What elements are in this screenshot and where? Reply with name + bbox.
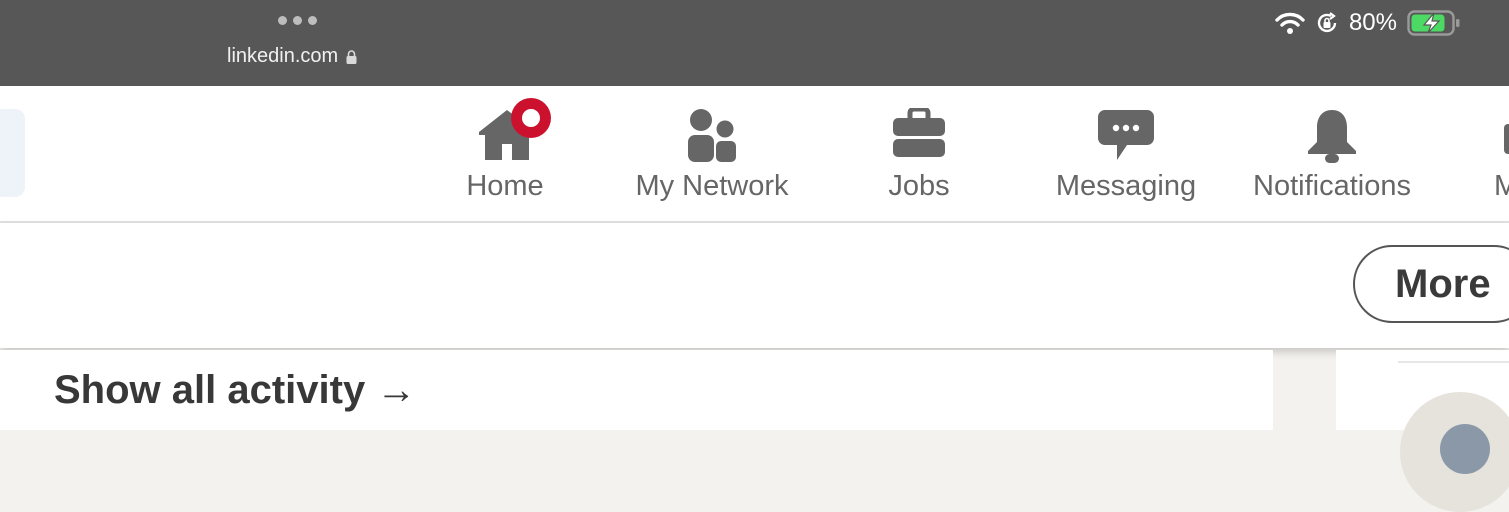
battery-percentage: 80%: [1348, 9, 1397, 36]
network-icon: [688, 109, 736, 162]
nav-my-network-label: My Network: [635, 170, 789, 202]
more-dots-icon[interactable]: [278, 16, 317, 25]
nav-messaging-label: Messaging: [1055, 170, 1197, 202]
nav-jobs-label: Jobs: [888, 170, 950, 202]
message-icon: [1098, 110, 1154, 160]
nav-home[interactable]: Home: [450, 86, 560, 221]
notification-badge: [511, 98, 551, 138]
more-button[interactable]: More: [1353, 245, 1509, 323]
lock-icon: [346, 49, 357, 64]
nav-jobs[interactable]: Jobs: [870, 86, 968, 221]
show-all-activity-link[interactable]: Show all activity →: [54, 368, 416, 413]
nav-me-label-partial[interactable]: M: [1494, 170, 1509, 203]
nav-notifications-label: Notifications: [1253, 170, 1411, 202]
system-status: 80%: [1275, 9, 1461, 37]
briefcase-icon: [893, 108, 945, 157]
nav-my-network[interactable]: My Network: [617, 86, 807, 221]
linkedin-top-nav: Home My Network Jobs Messaging Notificat…: [0, 86, 1509, 223]
search-box[interactable]: [0, 109, 25, 197]
sidebar-avatar-image: [1440, 424, 1490, 474]
profile-action-bar: More: [0, 223, 1509, 348]
orientation-lock-icon: [1317, 12, 1337, 33]
nav-messaging[interactable]: Messaging: [1040, 86, 1212, 221]
battery-charging-icon: [1407, 10, 1460, 36]
bell-icon: [1308, 110, 1356, 163]
nav-home-label: Home: [466, 170, 544, 202]
url-text: linkedin.com: [227, 45, 339, 67]
nav-notifications[interactable]: Notifications: [1232, 86, 1432, 221]
sidebar-divider: [1398, 361, 1509, 363]
wifi-icon: [1275, 12, 1305, 34]
me-avatar-icon[interactable]: [1504, 124, 1509, 154]
address-bar[interactable]: linkedin.com: [227, 45, 357, 68]
browser-status-bar: linkedin.com 80%: [0, 0, 1509, 86]
